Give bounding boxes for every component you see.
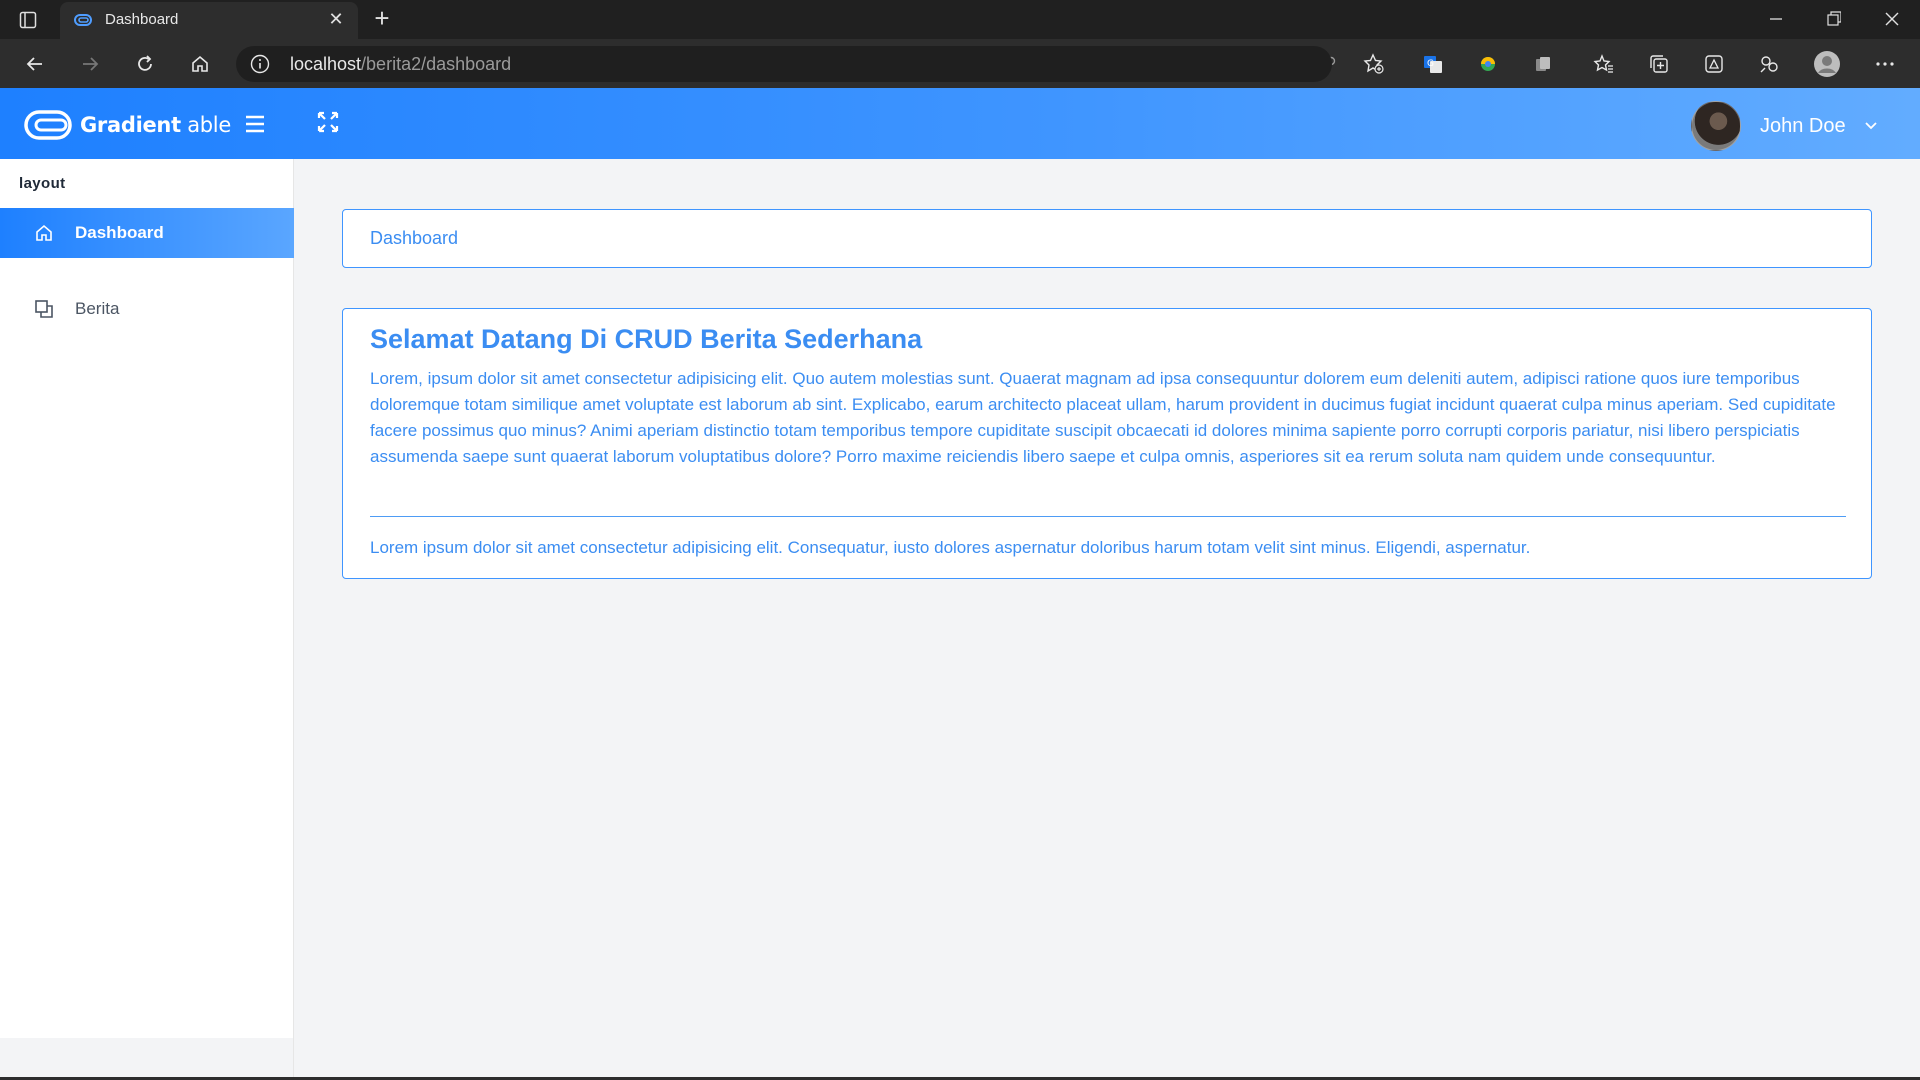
divider: [370, 516, 1846, 517]
user-menu[interactable]: John Doe: [1691, 101, 1878, 151]
window-close-icon[interactable]: [1876, 6, 1908, 32]
brand-name: Gradient able: [80, 113, 231, 137]
home-icon[interactable]: [186, 50, 214, 78]
app-header: Gradient able John Doe: [0, 88, 1920, 159]
gradient-able-logo-icon: [24, 110, 72, 140]
browser-essentials-icon[interactable]: [1700, 50, 1728, 78]
breadcrumb: Dashboard: [342, 209, 1872, 268]
sidebar-item-dashboard[interactable]: Dashboard: [0, 208, 294, 258]
site-info-icon[interactable]: [250, 54, 270, 74]
new-tab-icon[interactable]: +: [370, 5, 394, 31]
minimize-icon[interactable]: [1760, 6, 1792, 32]
tab-actions-icon[interactable]: [17, 9, 39, 31]
page-title: Selamat Datang Di CRUD Berita Sederhana: [370, 324, 923, 354]
chevron-down-icon: [1864, 122, 1877, 130]
favorites-icon[interactable]: [1590, 50, 1618, 78]
breadcrumb-item-dashboard[interactable]: Dashboard: [370, 228, 458, 249]
welcome-card: Selamat Datang Di CRUD Berita Sederhana …: [342, 308, 1872, 579]
url-text: localhost/berita2/dashboard: [290, 54, 512, 74]
gradient-able-favicon-icon: [74, 14, 92, 26]
hamburger-menu-icon[interactable]: [244, 114, 266, 134]
copilot-extension-icon[interactable]: [1755, 50, 1783, 78]
collections-icon[interactable]: [1645, 50, 1673, 78]
sidebar-item-label: Berita: [75, 299, 120, 318]
sidebar: layout Dashboard Berita: [0, 159, 294, 1038]
sidebar-footer: [0, 1038, 294, 1080]
svg-text:G: G: [1427, 59, 1434, 69]
copy-icon: [35, 300, 53, 318]
address-bar[interactable]: localhost/berita2/dashboard: [236, 46, 1332, 82]
tab-close-icon[interactable]: ✕: [326, 9, 346, 29]
tab-title: Dashboard: [105, 11, 179, 28]
refresh-icon[interactable]: [131, 50, 159, 78]
restore-icon[interactable]: [1818, 6, 1850, 32]
extensions-puzzle-icon[interactable]: [1529, 50, 1557, 78]
user-name: John Doe: [1760, 114, 1846, 137]
add-favorite-icon[interactable]: [1360, 50, 1388, 78]
sidebar-item-label: Dashboard: [75, 223, 164, 242]
profile-icon[interactable]: [1813, 50, 1841, 78]
browser-tab-dashboard[interactable]: Dashboard ✕: [60, 2, 358, 39]
sidebar-caption: layout: [19, 175, 66, 192]
fullscreen-toggle-icon[interactable]: [316, 110, 340, 134]
forward-icon[interactable]: [76, 50, 104, 78]
footer-paragraph: Lorem ipsum dolor sit amet consectetur a…: [370, 538, 1531, 557]
browser-tabstrip: Dashboard ✕ +: [0, 0, 1920, 39]
translate-icon[interactable]: G: [1419, 50, 1447, 78]
back-icon[interactable]: [21, 50, 49, 78]
home-icon: [36, 224, 52, 241]
extension-icon[interactable]: [1474, 50, 1502, 78]
avatar: [1691, 101, 1741, 151]
more-options-icon[interactable]: [1871, 50, 1899, 78]
intro-paragraph: Lorem, ipsum dolor sit amet consectetur …: [370, 369, 1836, 466]
brand-logo[interactable]: Gradient able: [24, 109, 231, 141]
sidebar-item-berita[interactable]: Berita: [0, 284, 294, 334]
